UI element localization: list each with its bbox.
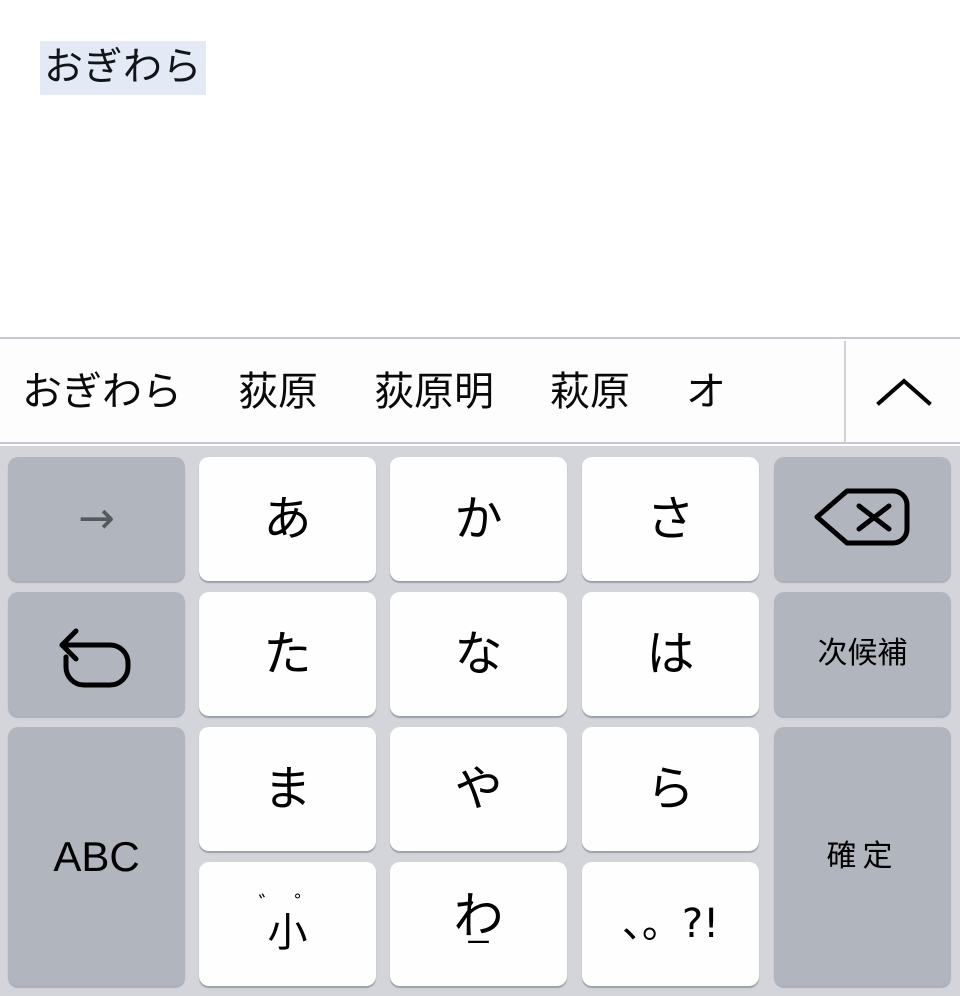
key-undo[interactable] [8, 592, 185, 716]
key-ka[interactable]: か [390, 457, 567, 581]
backspace-icon [811, 486, 915, 553]
key-label-a: あ [263, 491, 312, 547]
key-confirm[interactable]: 確定 [774, 727, 951, 986]
key-label-ya: や [454, 761, 503, 817]
key-delete[interactable] [774, 457, 951, 581]
key-label-ta: た [263, 626, 312, 682]
candidate-item-1[interactable]: 荻原 [210, 372, 346, 412]
key-label-punctuation: 、。?! [621, 901, 720, 947]
text-entry-area[interactable]: おぎわら [0, 0, 960, 339]
arrow-right-icon: → [78, 493, 115, 544]
key-dakuten-small[interactable]: ゛゜ 小 [199, 862, 376, 986]
key-label-next-candidate: 次候補 [817, 636, 908, 671]
key-sa[interactable]: さ [582, 457, 759, 581]
key-label-small-kana: 小 [267, 910, 308, 956]
candidate-bar: おぎわら 荻原 荻原明 萩原 オ [0, 341, 960, 444]
key-a[interactable]: あ [199, 457, 376, 581]
key-label-dakuten-small: ゛゜ 小 [244, 895, 330, 956]
expand-candidates-button[interactable] [848, 341, 960, 442]
key-ra[interactable]: ら [582, 727, 759, 851]
key-label-abc: ABC [53, 832, 140, 880]
key-label-confirm: 確定 [826, 838, 899, 874]
key-na[interactable]: な [390, 592, 567, 716]
key-ha[interactable]: は [582, 592, 759, 716]
composing-text[interactable]: おぎわら [40, 41, 207, 95]
key-ma[interactable]: ま [199, 727, 376, 851]
key-abc[interactable]: ABC [8, 727, 185, 986]
candidate-list[interactable]: おぎわら 荻原 荻原明 萩原 オ [0, 341, 846, 442]
key-label-ha: は [646, 626, 695, 682]
key-label-ka: か [454, 491, 503, 547]
key-label-ma: ま [263, 761, 312, 817]
kana-keyboard: → あ か さ た な は 次候補 ABC ま や ら 確定 ゛゜ 小 わ ー … [0, 446, 960, 996]
key-label-chouon: ー [465, 929, 492, 959]
key-wa[interactable]: わ ー [390, 862, 567, 986]
key-label-wa-group: わ ー [454, 891, 504, 957]
candidate-item-3[interactable]: 萩原 [522, 372, 658, 412]
candidate-item-0[interactable]: おぎわら [0, 372, 210, 412]
key-ta[interactable]: た [199, 592, 376, 716]
key-label-sa: さ [646, 491, 695, 547]
key-cursor-right[interactable]: → [8, 457, 185, 581]
key-label-na: な [454, 626, 503, 682]
chevron-up-icon [873, 372, 935, 412]
undo-icon [52, 613, 142, 696]
key-next-candidate[interactable]: 次候補 [774, 592, 951, 716]
key-label-ra: ら [646, 761, 695, 817]
candidate-item-4[interactable]: オ [658, 372, 754, 412]
key-punctuation[interactable]: 、。?! [582, 862, 759, 986]
candidate-item-2[interactable]: 荻原明 [346, 372, 522, 412]
key-ya[interactable]: や [390, 727, 567, 851]
